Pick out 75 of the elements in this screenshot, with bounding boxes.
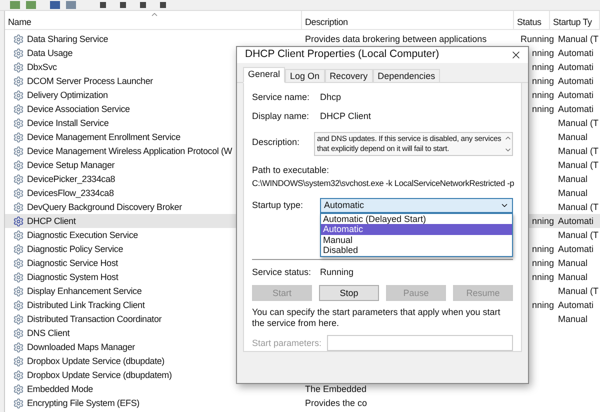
service-name: DbxSvc bbox=[27, 62, 57, 72]
service-startup-type: Automati bbox=[558, 90, 594, 100]
service-description: The Embedded bbox=[305, 384, 367, 394]
service-description: Provides data brokering between applications bbox=[305, 34, 487, 44]
service-startup-type: Automati bbox=[558, 104, 594, 114]
service-name: Encrypting File System (EFS) bbox=[27, 398, 140, 408]
service-startup-type: Automati bbox=[558, 244, 594, 254]
service-status: nning bbox=[532, 62, 554, 72]
service-name: Delivery Optimization bbox=[27, 90, 108, 100]
service-startup-type: Automati bbox=[558, 48, 594, 58]
service-startup-type: Automati bbox=[558, 62, 594, 72]
service-startup-type: Manual (T bbox=[558, 286, 599, 296]
service-startup-type: Manual bbox=[558, 272, 588, 282]
field-label: Start parameters: bbox=[252, 336, 323, 350]
field-value: DHCP Client bbox=[320, 110, 371, 124]
service-name: Device Management Enrollment Service bbox=[27, 132, 180, 142]
service-name: Diagnostic Policy Service bbox=[27, 244, 124, 254]
service-name: Distributed Link Tracking Client bbox=[27, 300, 145, 310]
service-name: DevicePicker_2334ca8 bbox=[27, 174, 116, 184]
service-name: Device Setup Manager bbox=[27, 160, 115, 170]
hint-text: You can specify the start parameters that apply when you start the service from here. bbox=[252, 307, 502, 330]
service-name: Display Enhancement Service bbox=[27, 286, 142, 296]
service-name: Embedded Mode bbox=[27, 384, 93, 394]
service-name: Diagnostic System Host bbox=[27, 272, 118, 282]
service-startup-type: Automati bbox=[558, 76, 594, 86]
service-startup-type: Manual (T bbox=[558, 160, 599, 170]
service-startup-type: Automati bbox=[558, 300, 594, 310]
service-name: DevicesFlow_2334ca8 bbox=[27, 188, 114, 198]
service-status: nning bbox=[532, 104, 554, 114]
service-startup-type: Manual bbox=[558, 174, 588, 184]
service-name: DCOM Server Process Launcher bbox=[27, 76, 153, 86]
service-status: Running bbox=[520, 34, 554, 44]
service-name: Data Usage bbox=[27, 48, 73, 58]
field-value: Dhcp bbox=[320, 90, 342, 104]
service-description: Provides the co bbox=[305, 398, 368, 408]
service-startup-type: Manual (T bbox=[558, 118, 599, 128]
service-name: Device Association Service bbox=[27, 104, 130, 114]
service-startup-type: Manual bbox=[558, 188, 588, 198]
service-status: nning bbox=[532, 216, 554, 226]
service-name: DNS Client bbox=[27, 328, 70, 338]
service-status: nning bbox=[532, 258, 554, 268]
service-startup-type: Automati bbox=[558, 216, 594, 226]
service-name: DHCP Client bbox=[27, 216, 76, 226]
service-startup-type: Manual (T bbox=[558, 230, 599, 240]
service-name: Downloaded Maps Manager bbox=[27, 342, 135, 352]
service-status: nning bbox=[532, 48, 554, 58]
window-title: DHCP Client Properties (Local Computer) bbox=[245, 47, 440, 62]
service-startup-type: Manual bbox=[558, 132, 588, 142]
service-status: nning bbox=[532, 76, 554, 86]
service-status: nning bbox=[532, 300, 554, 310]
service-startup-type: Manual bbox=[558, 258, 588, 268]
service-name: Distributed Transaction Coordinator bbox=[27, 314, 162, 324]
service-name: Device Management Wireless Application Protocol (W bbox=[27, 146, 232, 156]
service-name: Diagnostic Service Host bbox=[27, 258, 118, 268]
service-status: nning bbox=[532, 90, 554, 100]
service-name: Device Install Service bbox=[27, 118, 109, 128]
field-label: Path to executable: bbox=[252, 164, 330, 177]
service-name: Dropbox Update Service (dbupdate) bbox=[27, 356, 164, 366]
service-startup-type: Manual (T bbox=[558, 202, 599, 212]
service-status: nning bbox=[532, 244, 554, 254]
service-name: Data Sharing Service bbox=[27, 34, 108, 44]
service-startup-type: Manual bbox=[558, 314, 588, 324]
service-startup-type: Manual (T bbox=[558, 146, 599, 156]
service-name: Diagnostic Execution Service bbox=[27, 230, 138, 240]
field-label: Service name: bbox=[252, 90, 311, 104]
service-status: nning bbox=[532, 272, 554, 282]
field-label: Description: bbox=[252, 136, 301, 149]
service-name: DevQuery Background Discovery Broker bbox=[27, 202, 182, 212]
service-name: Dropbox Update Service (dbupdatem) bbox=[27, 370, 172, 380]
field-label: Display name: bbox=[252, 110, 310, 124]
field-value: Running bbox=[320, 266, 354, 279]
field-label: Service status: bbox=[252, 266, 312, 279]
service-startup-type: Manual (T bbox=[558, 34, 599, 44]
field-label: Startup type: bbox=[252, 198, 304, 212]
field-value: C:\WINDOWS\system32\svchost.exe -k LocalServiceNetworkRestricted -p bbox=[252, 177, 513, 190]
